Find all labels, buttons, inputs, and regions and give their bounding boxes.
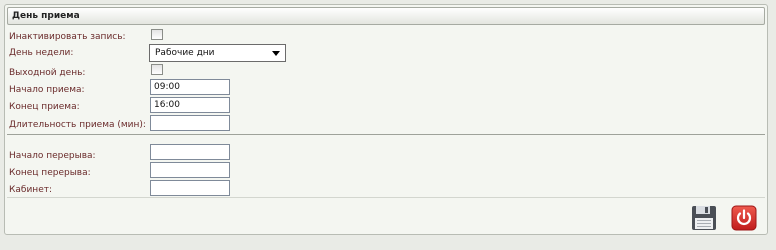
end-label: Конец приема:: [9, 102, 80, 112]
power-icon[interactable]: [731, 205, 757, 231]
end-time-input[interactable]: 16:00: [150, 97, 230, 113]
cabinet-input[interactable]: [150, 180, 230, 196]
break-start-input[interactable]: [150, 144, 230, 160]
cabinet-label: Кабинет:: [9, 185, 53, 195]
section-divider: [7, 134, 765, 135]
panel-title: День приема: [12, 11, 80, 21]
weekday-select[interactable]: Рабочие дни: [149, 44, 286, 62]
deactivate-label: Инактивировать запись:: [9, 32, 126, 42]
schedule-day-panel: День приема Инактивировать запись: День …: [4, 4, 768, 235]
start-time-input[interactable]: 09:00: [150, 79, 230, 95]
chevron-down-icon[interactable]: [272, 51, 280, 56]
deactivate-checkbox[interactable]: [151, 29, 163, 40]
break-start-label: Начало перерыва:: [9, 151, 96, 161]
duration-label: Длительность приема (мин):: [9, 120, 146, 130]
panel-header: День приема: [7, 7, 765, 25]
weekday-select-value: Рабочие дни: [155, 48, 215, 58]
duration-input[interactable]: [150, 115, 230, 131]
day-off-checkbox[interactable]: [151, 64, 163, 75]
break-end-input[interactable]: [150, 162, 230, 178]
floppy-disk-icon[interactable]: [691, 205, 717, 231]
weekday-label: День недели:: [9, 48, 74, 58]
break-end-label: Конец перерыва:: [9, 168, 91, 178]
footer-divider: [7, 197, 765, 198]
day-off-label: Выходной день:: [9, 68, 86, 78]
start-label: Начало приема:: [9, 85, 85, 95]
